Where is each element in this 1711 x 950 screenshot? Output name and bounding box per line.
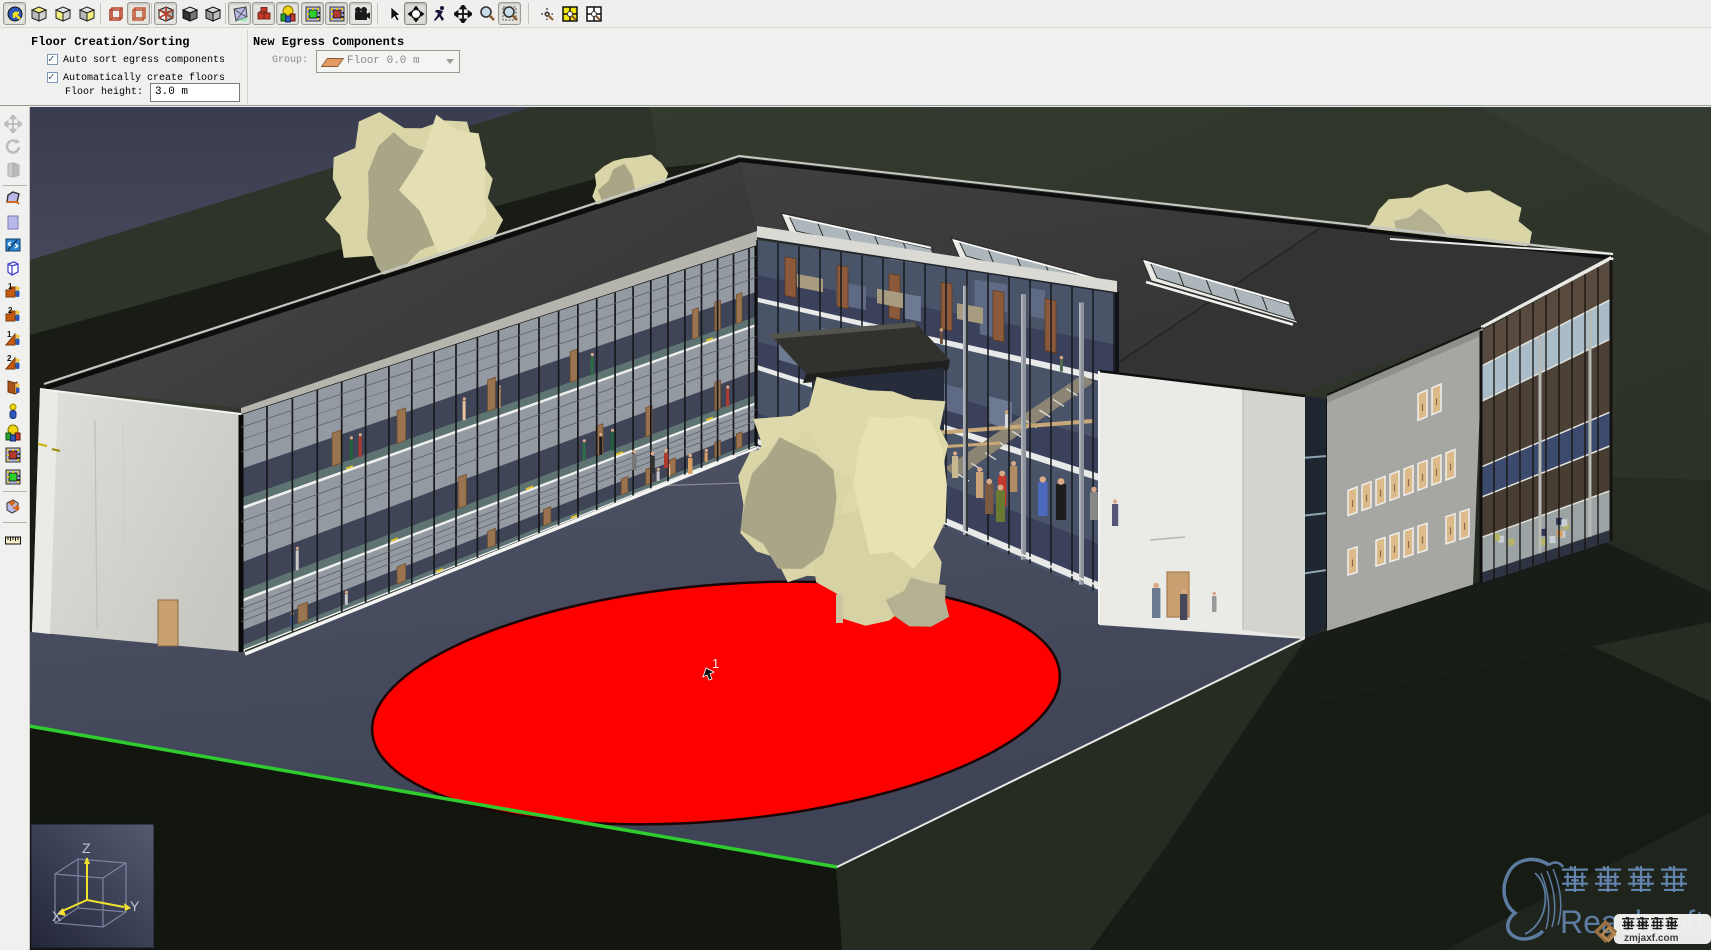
svg-text:1: 1 <box>712 656 719 671</box>
svg-text:1: 1 <box>7 330 12 339</box>
svg-text:X: X <box>52 908 62 924</box>
svg-text:1: 1 <box>8 282 13 291</box>
svg-text:zmjaxf.com: zmjaxf.com <box>1624 933 1679 944</box>
svg-text:2: 2 <box>7 354 12 363</box>
svg-text:2: 2 <box>8 306 13 315</box>
svg-text:Y: Y <box>130 898 140 914</box>
svg-text:Z: Z <box>82 840 91 856</box>
